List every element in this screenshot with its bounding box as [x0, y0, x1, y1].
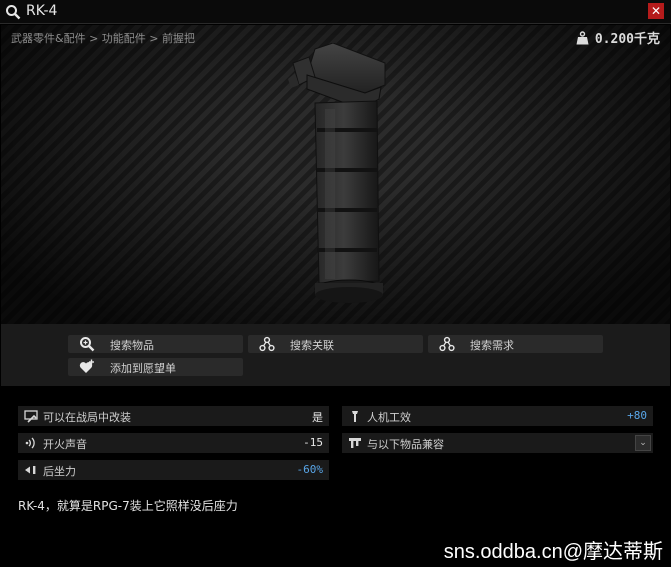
stat-ergonomics: 人机工效 +80 [342, 406, 653, 426]
window-titlebar: RK-4 ✕ [0, 0, 671, 24]
item-weight: 0.200千克 [576, 28, 660, 47]
wrench-icon [24, 410, 38, 423]
search-items-button[interactable]: 搜索物品 [68, 335, 243, 353]
search-items-label: 搜索物品 [110, 339, 154, 352]
search-required-button[interactable]: 搜索需求 [428, 335, 603, 353]
compatibility-icon [349, 438, 361, 448]
stat-label: 开火声音 [43, 438, 87, 451]
heart-plus-icon [79, 359, 94, 373]
network-icon [259, 336, 275, 352]
stat-label: 后坐力 [43, 465, 76, 478]
search-related-button[interactable]: 搜索关联 [248, 335, 423, 353]
stat-fire-sound: 开火声音 -15 [18, 433, 329, 453]
ergonomics-icon [352, 411, 358, 422]
chevron-down-icon: ⌄ [639, 438, 647, 448]
stat-label: 与以下物品兼容 [367, 438, 444, 451]
weight-icon [576, 30, 589, 44]
stat-label: 可以在战局中改装 [43, 411, 131, 424]
window-title: RK-4 [26, 3, 58, 19]
close-icon: ✕ [650, 4, 662, 18]
watermark: sns.oddba.cn@摩达蒂斯 [443, 541, 663, 563]
add-to-wishlist-button[interactable]: 添加到愿望单 [68, 358, 243, 376]
stat-compatible-with: 与以下物品兼容 ⌄ [342, 433, 653, 453]
sound-icon [25, 437, 35, 449]
stat-value: -60% [296, 463, 324, 476]
compatible-dropdown-button[interactable]: ⌄ [635, 435, 651, 451]
breadcrumb: 武器零件&配件 > 功能配件 > 前握把 [11, 32, 195, 45]
network-icon [439, 336, 455, 352]
stat-value: -15 [303, 436, 323, 449]
add-to-wishlist-label: 添加到愿望单 [110, 362, 176, 375]
foregrip-image [288, 43, 386, 303]
item-preview: 武器零件&配件 > 功能配件 > 前握把 0.200千克 [1, 25, 670, 324]
stat-modifiable-in-raid: 可以在战局中改装 是 [18, 406, 329, 426]
search-icon [6, 5, 21, 20]
search-required-label: 搜索需求 [470, 339, 514, 352]
actions-panel: 搜索物品 搜索关联 搜索需求 添加到愿望单 [1, 324, 670, 386]
stat-value: +80 [627, 409, 647, 422]
magnifier-icon [80, 337, 95, 352]
weight-value: 0.200千克 [594, 32, 660, 47]
stat-recoil: 后坐力 -60% [18, 460, 329, 480]
stat-value: 是 [312, 411, 323, 424]
stat-label: 人机工效 [367, 411, 411, 424]
recoil-icon [25, 466, 36, 474]
item-description: RK-4，就算是RPG-7装上它照样没后座力 [18, 499, 238, 513]
close-button[interactable]: ✕ [648, 3, 664, 19]
search-related-label: 搜索关联 [290, 339, 334, 352]
